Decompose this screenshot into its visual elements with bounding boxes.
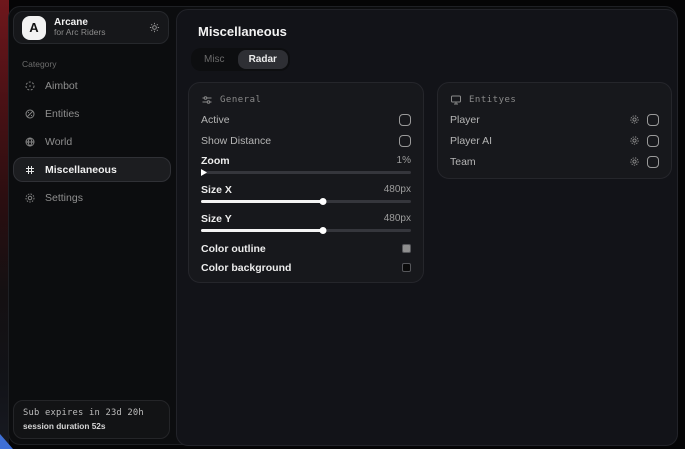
color-background-swatch[interactable] xyxy=(402,263,411,272)
entity-controls xyxy=(629,156,659,168)
sidebar-item-world[interactable]: World xyxy=(13,129,171,154)
sidebar-item-miscellaneous[interactable]: Miscellaneous xyxy=(13,157,171,182)
tab-radar[interactable]: Radar xyxy=(238,50,288,69)
setting-row-color-background: Color background xyxy=(201,258,411,277)
player-ai-checkbox[interactable] xyxy=(647,135,659,147)
tab-bar: Misc Radar xyxy=(191,48,290,71)
team-checkbox[interactable] xyxy=(647,156,659,168)
setting-label: Size X xyxy=(201,184,232,196)
entity-controls xyxy=(629,114,659,126)
sub-expiry-text: Sub expires in 23d 20h xyxy=(23,408,160,418)
entity-label: Player AI xyxy=(450,135,492,147)
slider-value: 480px xyxy=(384,213,411,224)
entity-label: Team xyxy=(450,156,476,168)
entities-panel: Entityes Player Player AI xyxy=(437,82,672,179)
active-checkbox[interactable] xyxy=(399,114,411,126)
setting-label: Active xyxy=(201,114,230,126)
slider-thumb[interactable] xyxy=(319,227,326,234)
sidebar-item-label: Miscellaneous xyxy=(45,164,117,176)
setting-label: Color outline xyxy=(201,243,266,255)
zoom-slider[interactable] xyxy=(201,169,411,176)
gear-icon[interactable] xyxy=(629,114,640,125)
brand-card: A Arcane for Arc Riders xyxy=(13,11,169,44)
app-subtitle: for Arc Riders xyxy=(54,28,141,38)
entity-label: Player xyxy=(450,114,480,126)
sidebar-item-aimbot[interactable]: Aimbot xyxy=(13,73,171,98)
page-title: Miscellaneous xyxy=(198,24,287,39)
category-label: Category xyxy=(22,59,57,69)
slider-label-row: Zoom 1% xyxy=(201,152,411,169)
gear-icon[interactable] xyxy=(629,156,640,167)
slider-fill xyxy=(201,229,323,232)
setting-row-color-outline: Color outline xyxy=(201,239,411,258)
slider-track[interactable] xyxy=(201,171,411,174)
gear-icon[interactable] xyxy=(149,22,160,33)
setting-row-show-distance: Show Distance xyxy=(201,130,411,151)
entity-row-player-ai: Player AI xyxy=(450,130,659,151)
grid-icon xyxy=(24,164,36,176)
sidebar-item-label: Aimbot xyxy=(45,80,78,92)
app-logo: A xyxy=(22,16,46,40)
slider-fill xyxy=(201,200,323,203)
sliders-icon xyxy=(201,94,213,106)
gear-icon[interactable] xyxy=(629,135,640,146)
tab-misc[interactable]: Misc xyxy=(193,50,236,69)
app-window: A Arcane for Arc Riders Category xyxy=(8,6,677,445)
slider-thumb[interactable] xyxy=(319,198,326,205)
session-duration-text: session duration 52s xyxy=(23,421,160,431)
general-panel-header: General xyxy=(201,91,411,109)
monitor-icon xyxy=(450,94,462,106)
entity-row-player: Player xyxy=(450,109,659,130)
brand-text: Arcane for Arc Riders xyxy=(54,17,141,38)
setting-label: Size Y xyxy=(201,213,232,225)
gear-icon xyxy=(24,192,36,204)
general-panel: General Active Show Distance Zoom 1% xyxy=(188,82,424,283)
screen: A Arcane for Arc Riders Category xyxy=(0,0,685,449)
entities-icon xyxy=(24,108,36,120)
player-checkbox[interactable] xyxy=(647,114,659,126)
entities-panel-header: Entityes xyxy=(450,91,659,109)
slider-label-row: Size X 480px xyxy=(201,181,411,198)
sidebar-item-label: Settings xyxy=(45,192,83,204)
setting-row-active: Active xyxy=(201,109,411,130)
setting-row-size-x: Size X 480px xyxy=(201,181,411,205)
globe-icon xyxy=(24,136,36,148)
main-content: Miscellaneous Misc Radar General Active xyxy=(176,9,678,446)
slider-value: 1% xyxy=(397,155,411,166)
sidebar-item-entities[interactable]: Entities xyxy=(13,101,171,126)
subscription-card: Sub expires in 23d 20h session duration … xyxy=(13,400,170,439)
show-distance-checkbox[interactable] xyxy=(399,135,411,147)
entity-controls xyxy=(629,135,659,147)
setting-label: Color background xyxy=(201,262,291,274)
sidebar: A Arcane for Arc Riders Category xyxy=(9,7,176,444)
slider-thumb[interactable] xyxy=(201,169,207,176)
setting-row-zoom: Zoom 1% xyxy=(201,152,411,176)
size-y-slider[interactable] xyxy=(201,227,411,234)
setting-row-size-y: Size Y 480px xyxy=(201,210,411,234)
slider-label-row: Size Y 480px xyxy=(201,210,411,227)
size-x-slider[interactable] xyxy=(201,198,411,205)
sidebar-item-label: Entities xyxy=(45,108,79,120)
sidebar-item-label: World xyxy=(45,136,72,148)
panel-title: General xyxy=(220,95,261,105)
crosshair-icon xyxy=(24,80,36,92)
entity-row-team: Team xyxy=(450,151,659,172)
sidebar-item-settings[interactable]: Settings xyxy=(13,185,171,210)
panel-title: Entityes xyxy=(469,95,516,105)
slider-value: 480px xyxy=(384,184,411,195)
sidebar-nav: Aimbot Entities World xyxy=(13,73,171,210)
setting-label: Zoom xyxy=(201,155,230,167)
setting-label: Show Distance xyxy=(201,135,271,147)
color-outline-swatch[interactable] xyxy=(402,244,411,253)
